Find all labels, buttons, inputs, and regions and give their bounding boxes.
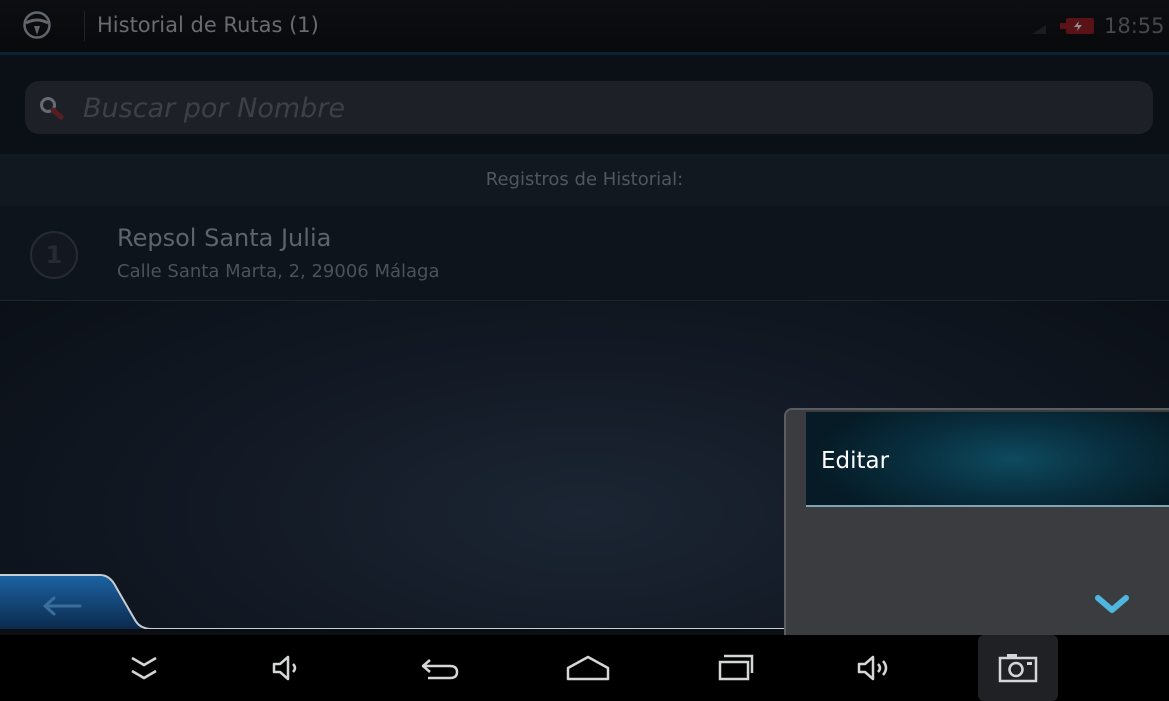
search-icon bbox=[40, 97, 64, 120]
volume-down-button[interactable] bbox=[247, 635, 327, 701]
search-bar[interactable] bbox=[25, 81, 1153, 134]
volume-down-icon bbox=[272, 655, 297, 681]
system-navigation-bar bbox=[0, 635, 1169, 701]
volume-up-button[interactable] bbox=[835, 635, 915, 701]
screenshot-icon bbox=[998, 654, 1038, 683]
item-index-badge: 1 bbox=[30, 231, 78, 279]
app-screen: Historial de Rutas (1) 18:55 Registros d… bbox=[0, 0, 1169, 701]
main-content: Registros de Historial: 1 Repsol Santa J… bbox=[0, 55, 1169, 635]
item-address: Calle Santa Marta, 2, 29006 Málaga bbox=[117, 261, 440, 282]
collapse-button[interactable] bbox=[104, 635, 184, 701]
collapse-icon bbox=[131, 656, 157, 680]
popup-item-edit[interactable]: Editar bbox=[806, 412, 1169, 507]
item-name: Repsol Santa Julia bbox=[117, 224, 332, 252]
status-clock: 18:55 bbox=[1104, 14, 1165, 38]
back-arrow-icon[interactable] bbox=[40, 595, 82, 617]
page-title: Historial de Rutas (1) bbox=[97, 13, 319, 37]
signal-icon bbox=[1032, 25, 1046, 34]
screenshot-button[interactable] bbox=[978, 635, 1058, 701]
history-list-item[interactable]: 1 Repsol Santa Julia Calle Santa Marta, … bbox=[0, 206, 1169, 301]
battery-charging-icon bbox=[1060, 18, 1096, 34]
section-header: Registros de Historial: bbox=[0, 154, 1169, 206]
popup-item-label: Editar bbox=[821, 448, 890, 474]
recent-apps-button[interactable] bbox=[696, 635, 776, 701]
chevron-down-icon[interactable] bbox=[1094, 591, 1130, 617]
steering-wheel-icon bbox=[23, 11, 51, 39]
home-button[interactable] bbox=[548, 635, 628, 701]
recents-icon bbox=[718, 654, 754, 681]
volume-up-icon bbox=[857, 655, 888, 681]
back-button[interactable] bbox=[400, 635, 480, 701]
back-icon bbox=[421, 659, 459, 680]
title-separator bbox=[84, 11, 85, 41]
home-icon bbox=[566, 655, 610, 681]
status-bar: Historial de Rutas (1) 18:55 bbox=[0, 0, 1169, 52]
search-input[interactable] bbox=[83, 89, 1123, 127]
